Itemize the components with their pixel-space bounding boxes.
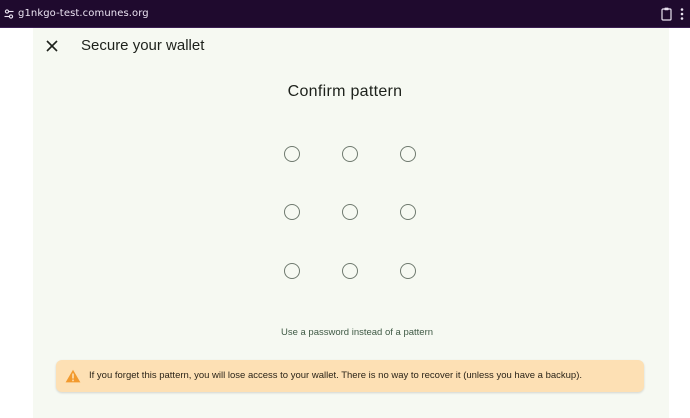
warning-icon (65, 369, 81, 383)
pattern-dot-3[interactable] (400, 146, 416, 162)
pattern-dot-1[interactable] (284, 146, 300, 162)
pattern-dot-9[interactable] (400, 263, 416, 279)
warning-text: If you forget this pattern, you will los… (89, 370, 583, 381)
site-settings-icon[interactable] (4, 8, 14, 20)
pattern-dot-5[interactable] (342, 204, 358, 220)
url-text[interactable]: g1nkgo-test.comunes.org (18, 8, 149, 20)
close-icon[interactable] (45, 39, 59, 53)
pattern-dot-2[interactable] (342, 146, 358, 162)
pattern-dot-6[interactable] (400, 204, 416, 220)
pattern-dot-4[interactable] (284, 204, 300, 220)
warning-banner: If you forget this pattern, you will los… (56, 360, 644, 392)
page-title: Secure your wallet (81, 37, 205, 54)
clipboard-icon[interactable] (661, 7, 672, 21)
pattern-dot-8[interactable] (342, 263, 358, 279)
pattern-title: Confirm pattern (287, 83, 403, 100)
use-password-link[interactable]: Use a password instead of a pattern (0, 327, 690, 339)
browser-bar: g1nkgo-test.comunes.org (0, 0, 690, 28)
menu-icon[interactable] (680, 7, 684, 21)
pattern-dot-7[interactable] (284, 263, 300, 279)
